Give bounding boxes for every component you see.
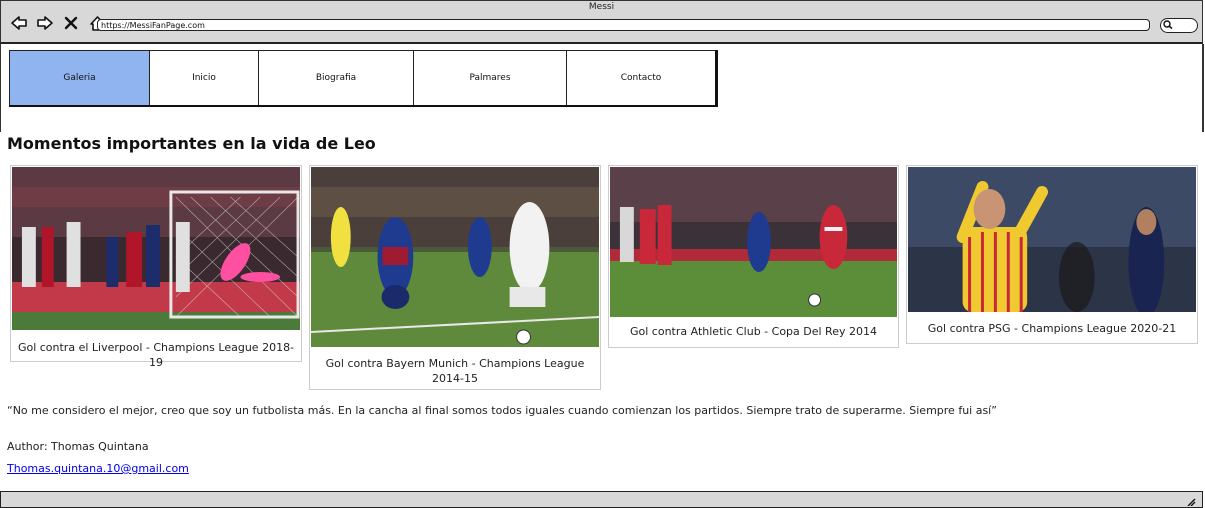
- window-edge-right: [1202, 44, 1204, 132]
- liverpool-goal-photo: [12, 167, 300, 330]
- search-icon: [1163, 20, 1173, 29]
- card-caption: Gol contra PSG - Champions League 2020-2…: [927, 322, 1177, 335]
- address-bar[interactable]: https://MessiFanPage.com: [97, 19, 1150, 31]
- gallery-card-psg[interactable]: Gol contra PSG - Champions League 2020-2…: [906, 165, 1198, 344]
- resize-grip-icon[interactable]: [1186, 498, 1196, 506]
- gallery-card-athletic[interactable]: Gol contra Athletic Club - Copa Del Rey …: [608, 165, 899, 348]
- author-text: Author: Thomas Quintana: [7, 440, 149, 453]
- window-title: Messi: [588, 2, 615, 12]
- tab-inicio[interactable]: Inicio: [150, 51, 259, 105]
- card-caption: Gol contra el Liverpool - Champions Leag…: [17, 341, 295, 369]
- tab-contacto[interactable]: Contacto: [567, 51, 715, 105]
- card-caption: Gol contra Bayern Munich - Champions Lea…: [325, 357, 585, 385]
- close-icon[interactable]: [61, 13, 81, 33]
- tab-galeria[interactable]: Galeria: [10, 51, 150, 105]
- psg-goal-photo: [908, 167, 1196, 312]
- status-bar: [0, 491, 1203, 508]
- bayern-goal-photo: [311, 167, 599, 347]
- forward-arrow-icon[interactable]: [35, 13, 55, 33]
- quote-text: “No me considero el mejor, creo que soy …: [7, 404, 997, 417]
- page-title: Momentos importantes en la vida de Leo: [7, 134, 376, 153]
- back-arrow-icon[interactable]: [9, 13, 29, 33]
- card-caption: Gol contra Athletic Club - Copa Del Rey …: [630, 325, 877, 338]
- window-edge-left: [0, 44, 1, 132]
- gallery-card-bayern[interactable]: Gol contra Bayern Munich - Champions Lea…: [309, 165, 601, 390]
- nav-buttons: [9, 13, 107, 33]
- author-email-link[interactable]: Thomas.quintana.10@gmail.com: [7, 462, 189, 475]
- main-nav: Galeria Inicio Biografia Palmares Contac…: [9, 50, 718, 107]
- search-box[interactable]: [1160, 18, 1198, 33]
- browser-toolbar: Messi https://MessiFanPage.com: [0, 0, 1203, 44]
- athletic-goal-photo: [610, 167, 897, 317]
- gallery-card-liverpool[interactable]: Gol contra el Liverpool - Champions Leag…: [10, 165, 302, 369]
- tab-palmares[interactable]: Palmares: [414, 51, 567, 105]
- tab-biografia[interactable]: Biografia: [259, 51, 414, 105]
